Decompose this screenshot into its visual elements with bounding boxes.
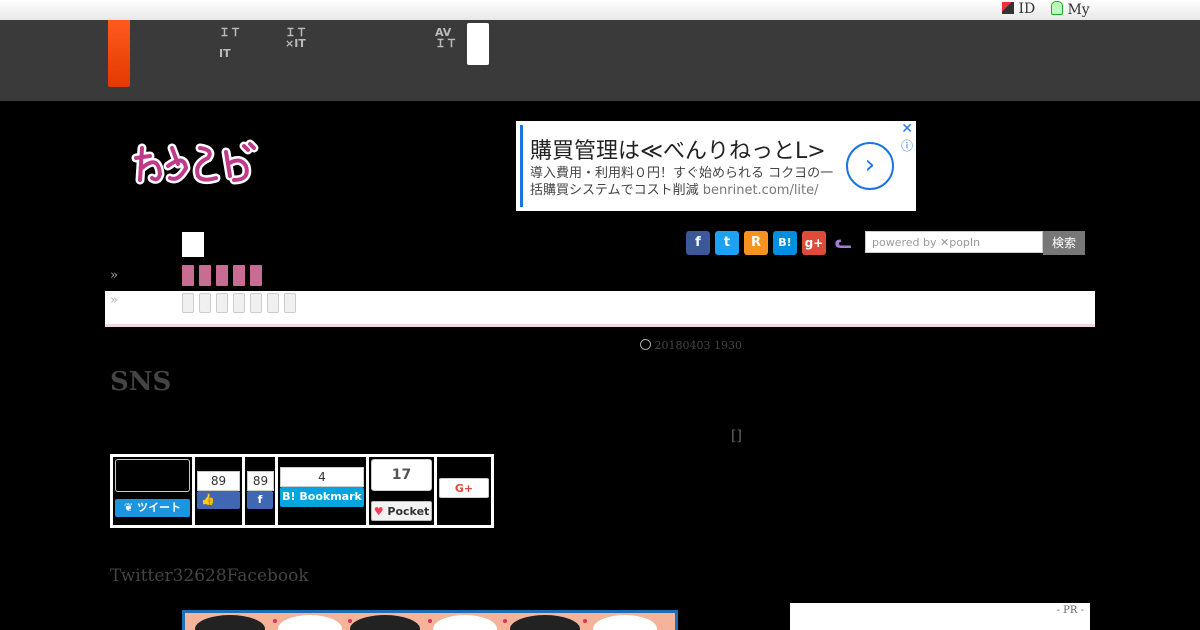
breadcrumb-item[interactable] (182, 293, 194, 313)
bookmark-button-label: Bookmark (299, 490, 362, 503)
article-image-content (185, 613, 675, 630)
tweet-button[interactable]: ❦ ツイート (115, 499, 190, 517)
pocket-share[interactable]: 17 ♥ Pocket (369, 457, 434, 525)
id-link-label: ID (1018, 1, 1036, 17)
ad-description: 導入費用・利用料０円！すぐ始められる コクヨの一括購買システムでコスト削減 be… (530, 165, 840, 199)
ad-url[interactable]: benrinet.com/lite/ (703, 183, 819, 198)
ad-headline[interactable]: 購買管理は≪べんりねっとL> (530, 133, 842, 165)
nav-item-1-line1: ＩＴ (219, 26, 241, 39)
breadcrumb-item[interactable] (267, 293, 279, 313)
pr-label: - PR - (1056, 605, 1084, 616)
tag-chip[interactable] (250, 265, 262, 286)
clock-icon (640, 339, 651, 350)
tag-chip[interactable] (199, 265, 211, 286)
twitter-bird-icon: ❦ (123, 501, 134, 514)
tweet-share[interactable]: ❦ ツイート (113, 457, 192, 525)
article-date: 20180403 1930 (640, 339, 742, 352)
tag-chip[interactable] (216, 265, 228, 286)
top-utility-bar: ID My (0, 0, 1200, 20)
raquo-1: » (110, 268, 118, 283)
ad-accent-bar (520, 125, 523, 207)
tag-chip[interactable] (182, 265, 194, 286)
breadcrumb-item[interactable] (216, 293, 228, 313)
id-link[interactable]: ID (1002, 1, 1035, 17)
ad-close-icon[interactable]: ✕ (901, 121, 913, 137)
hatena-icon[interactable]: B! (773, 231, 797, 255)
user-icon (1051, 1, 1063, 15)
ad-arrow-icon[interactable]: › (846, 142, 894, 190)
site-search: powered by ✕popIn 検索 (865, 231, 1085, 255)
pocket-button[interactable]: ♥ Pocket (371, 501, 432, 521)
search-button[interactable]: 検索 (1043, 231, 1085, 255)
ad-banner[interactable]: 購買管理は≪べんりねっとL> 導入費用・利用料０円！すぐ始められる コクヨの一括… (516, 121, 916, 211)
ad-info-icon[interactable]: ⓘ (901, 137, 913, 154)
bookmark-count: 4 (280, 467, 364, 487)
nav-item-1-line2: IT (219, 47, 231, 60)
sidebar-pr: - PR - (790, 603, 1090, 630)
nav-item-2[interactable]: ＩＴ ×IT (285, 27, 307, 49)
fb-like-share[interactable]: 89 👍 (195, 457, 242, 525)
nav-item-3[interactable]: AV ＩＴ (435, 27, 457, 49)
my-link-label: My (1067, 2, 1090, 18)
nav-item-2-line2: ×IT (285, 37, 306, 50)
gplus-button[interactable]: G+ (439, 478, 489, 498)
tweet-count-bubble (115, 459, 190, 492)
article-date-text: 20180403 1930 (654, 339, 742, 352)
article-image (182, 610, 678, 630)
gplus-share[interactable]: G+ (437, 457, 491, 525)
fb-share[interactable]: 89 f (245, 457, 275, 525)
author-bracket: [] (731, 428, 742, 444)
fb-like-count: 89 (197, 471, 240, 491)
illustration-people (185, 613, 675, 630)
pocket-count: 17 (371, 459, 432, 491)
breadcrumb-item[interactable] (233, 293, 245, 313)
pocket-button-label: Pocket (387, 505, 430, 518)
fb-share-count: 89 (247, 471, 274, 491)
article-subline: Twitter32628Facebook (110, 566, 309, 586)
twitter-icon[interactable]: t (715, 231, 739, 255)
search-input[interactable]: powered by ✕popIn (865, 231, 1043, 253)
rss-icon[interactable]: R (744, 231, 768, 255)
nav-search-box[interactable] (467, 23, 489, 65)
my-link[interactable]: My (1051, 1, 1090, 18)
facebook-icon[interactable]: f (686, 231, 710, 255)
breadcrumb-bar: » (105, 291, 1095, 327)
tweet-button-label: ツイート (137, 501, 182, 514)
google-plus-icon[interactable]: g+ (802, 231, 826, 255)
share-buttons: ❦ ツイート 89 👍 89 f 4 B! Bookmark 17 ♥ Pock… (110, 454, 494, 528)
tag-chip[interactable] (233, 265, 245, 286)
facebook-share-icon[interactable]: f (247, 491, 273, 509)
cat-icon[interactable]: ᓚ (831, 231, 855, 255)
hatena-bookmark-share[interactable]: 4 B! Bookmark (278, 457, 366, 525)
site-logo[interactable] (128, 136, 263, 192)
hatena-b-icon: B! (282, 490, 296, 503)
thumbs-up-icon[interactable]: 👍 (197, 491, 240, 509)
brand-tab[interactable] (108, 20, 130, 87)
bookmark-button[interactable]: B! Bookmark (280, 487, 364, 507)
raquo-2: » (110, 293, 118, 308)
breadcrumb-item[interactable] (199, 293, 211, 313)
breadcrumb-item[interactable] (250, 293, 262, 313)
main-nav: ＩＴ IT ＩＴ ×IT AV ＩＴ (0, 20, 1200, 101)
breadcrumb-item[interactable] (284, 293, 296, 313)
category-box[interactable] (182, 232, 204, 257)
article-title: SNS (110, 367, 172, 397)
pencil-icon (1002, 2, 1014, 14)
pocket-icon: ♥ (373, 505, 384, 518)
nav-item-1[interactable]: ＩＴ IT (219, 27, 241, 59)
nav-item-3-line2: ＩＴ (435, 37, 457, 50)
